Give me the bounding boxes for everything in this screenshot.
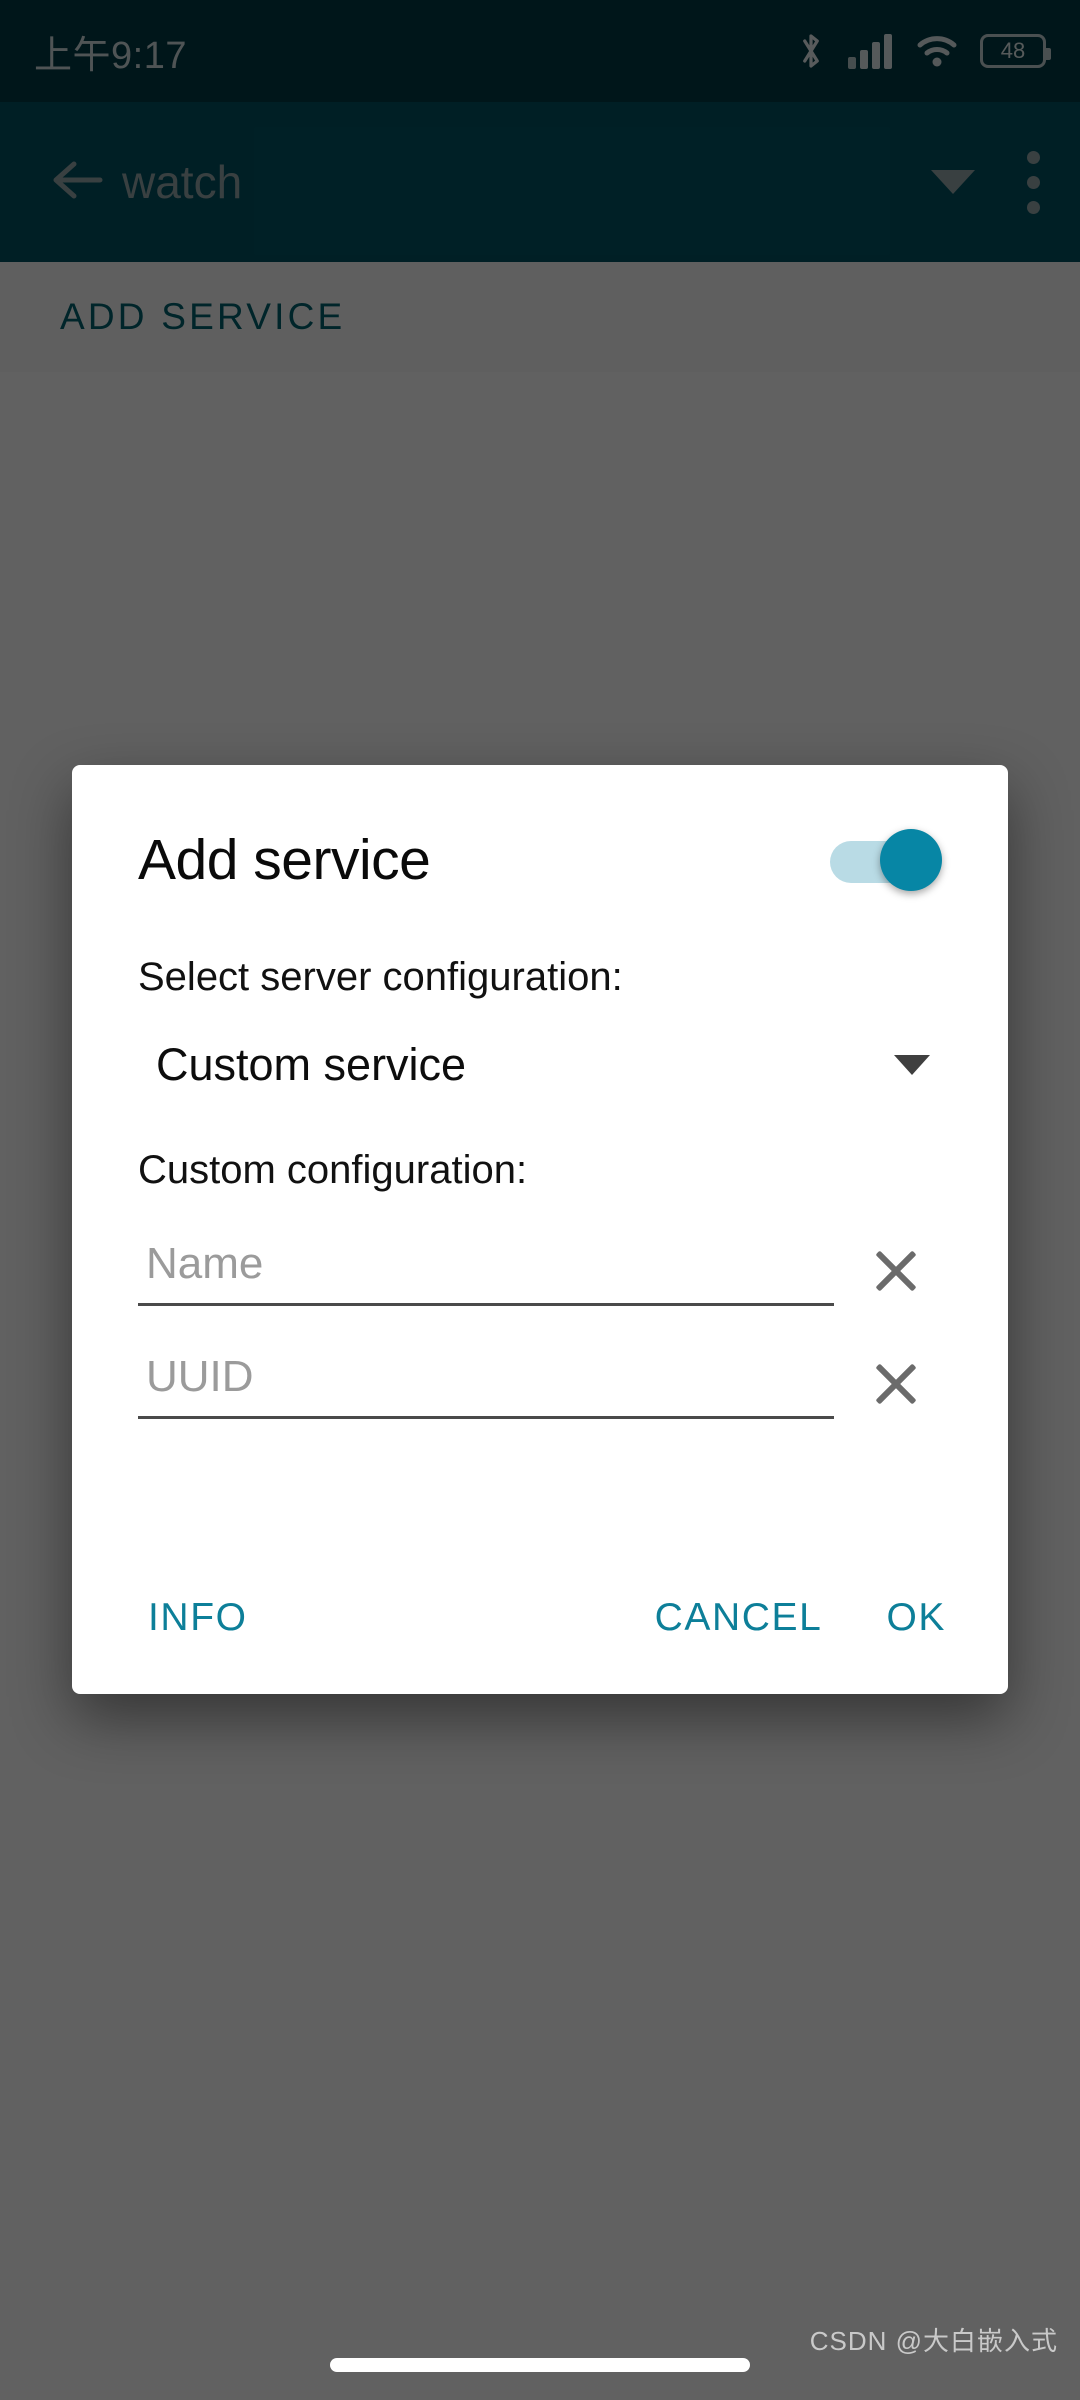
server-config-label: Select server configuration: [138, 955, 623, 999]
server-config-value: Custom service [156, 1039, 467, 1090]
ok-button[interactable]: OK [876, 1582, 956, 1654]
clear-uuid-icon[interactable] [868, 1356, 924, 1412]
name-field-row [138, 1235, 942, 1306]
enable-service-switch[interactable] [830, 829, 942, 891]
dialog-title: Add service [138, 828, 431, 892]
uuid-field-row [138, 1348, 942, 1419]
custom-config-label: Custom configuration: [138, 1148, 528, 1192]
triangle-down-icon [894, 1055, 930, 1075]
home-indicator[interactable] [330, 2358, 750, 2372]
cancel-button[interactable]: CANCEL [645, 1582, 833, 1654]
uuid-input[interactable] [138, 1348, 834, 1419]
switch-thumb [880, 829, 942, 891]
add-service-dialog: Add service Select server configuration:… [72, 765, 1008, 1694]
clear-name-icon[interactable] [868, 1243, 924, 1299]
watermark: CSDN @大白嵌入式 [809, 2326, 1058, 2356]
name-input[interactable] [138, 1235, 834, 1306]
dialog-actions: INFO CANCEL OK [138, 1582, 956, 1654]
info-button[interactable]: INFO [138, 1582, 258, 1654]
server-config-spinner[interactable]: Custom service [138, 1030, 942, 1100]
dialog-header: Add service [138, 765, 942, 955]
